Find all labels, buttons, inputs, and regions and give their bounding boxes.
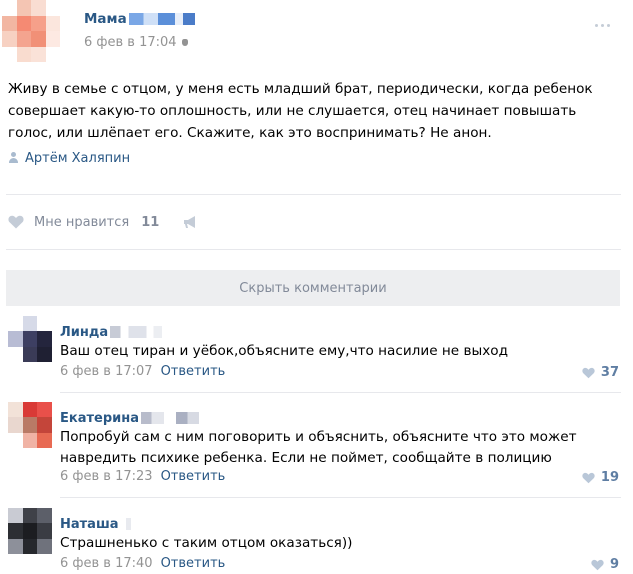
reply-button[interactable]: Ответить [161, 556, 226, 571]
post-author[interactable]: Мама [84, 11, 195, 27]
comment-author-name[interactable]: Линда [60, 325, 108, 340]
share-icon[interactable] [183, 215, 201, 229]
heart-icon[interactable] [591, 559, 604, 571]
comment-avatar[interactable] [8, 402, 52, 448]
comment-meta: 6 фев в 17:07 Ответить [60, 364, 225, 379]
hide-comments-button[interactable]: Скрыть комментарии [6, 270, 620, 306]
comment-date[interactable]: 6 фев в 17:23 [60, 469, 153, 484]
more-options-icon[interactable] [595, 24, 615, 28]
comment-author-name[interactable]: Наташа [60, 517, 119, 532]
comment-like-count: 19 [600, 470, 619, 485]
post-date-text[interactable]: 6 фев в 17:04 [84, 35, 177, 50]
comment-text: Ваш отец тиран и уёбок,объясните ему,что… [60, 343, 508, 359]
comment-like[interactable]: 9 [591, 557, 619, 572]
name-censor [120, 517, 131, 530]
heart-icon[interactable] [582, 472, 595, 484]
comment-date[interactable]: 6 фев в 17:07 [60, 364, 153, 379]
comment-like-count: 9 [609, 557, 619, 572]
comment-author-name[interactable]: Екатерина [60, 411, 139, 426]
comment-like[interactable]: 37 [582, 365, 619, 380]
post-signer[interactable]: Артём Халяпин [8, 151, 130, 166]
comment-like[interactable]: 19 [582, 470, 619, 485]
reply-button[interactable]: Ответить [161, 469, 226, 484]
comment-date[interactable]: 6 фев в 17:40 [60, 556, 153, 571]
comment-author[interactable]: Екатерина [60, 407, 199, 426]
reply-button[interactable]: Ответить [161, 364, 226, 379]
divider [6, 194, 621, 195]
person-icon [8, 152, 19, 163]
divider [60, 497, 621, 498]
like-count: 11 [141, 214, 160, 230]
comment-avatar[interactable] [8, 316, 52, 362]
comment-meta: 6 фев в 17:23 Ответить [60, 469, 225, 484]
name-censor [128, 13, 195, 25]
comment-meta: 6 фев в 17:40 Ответить [60, 556, 225, 571]
post-like-bar: Мне нравится 11 [8, 212, 201, 232]
comment-avatar[interactable] [8, 508, 52, 554]
heart-icon[interactable] [582, 367, 595, 379]
comment-author[interactable]: Наташа [60, 513, 131, 532]
divider [6, 249, 621, 250]
comment-like-count: 37 [600, 365, 619, 380]
name-censor [141, 411, 199, 424]
post-date[interactable]: 6 фев в 17:04 [84, 35, 188, 50]
comment-author[interactable]: Линда [60, 321, 163, 340]
comment-text: Страшненько с таким отцом оказаться)) [60, 535, 353, 551]
signer-name[interactable]: Артём Халяпин [25, 151, 130, 166]
comment-text: Попробуй сам с ним поговорить и объяснит… [60, 429, 577, 466]
like-label[interactable]: Мне нравится [34, 215, 129, 230]
heart-icon[interactable] [8, 215, 24, 229]
apple-icon [181, 39, 188, 46]
divider [60, 392, 621, 393]
post-text: Живу в семье с отцом, у меня есть младши… [8, 81, 593, 141]
name-censor [110, 325, 163, 338]
post-author-name[interactable]: Мама [84, 11, 127, 27]
author-avatar[interactable] [2, 0, 60, 62]
